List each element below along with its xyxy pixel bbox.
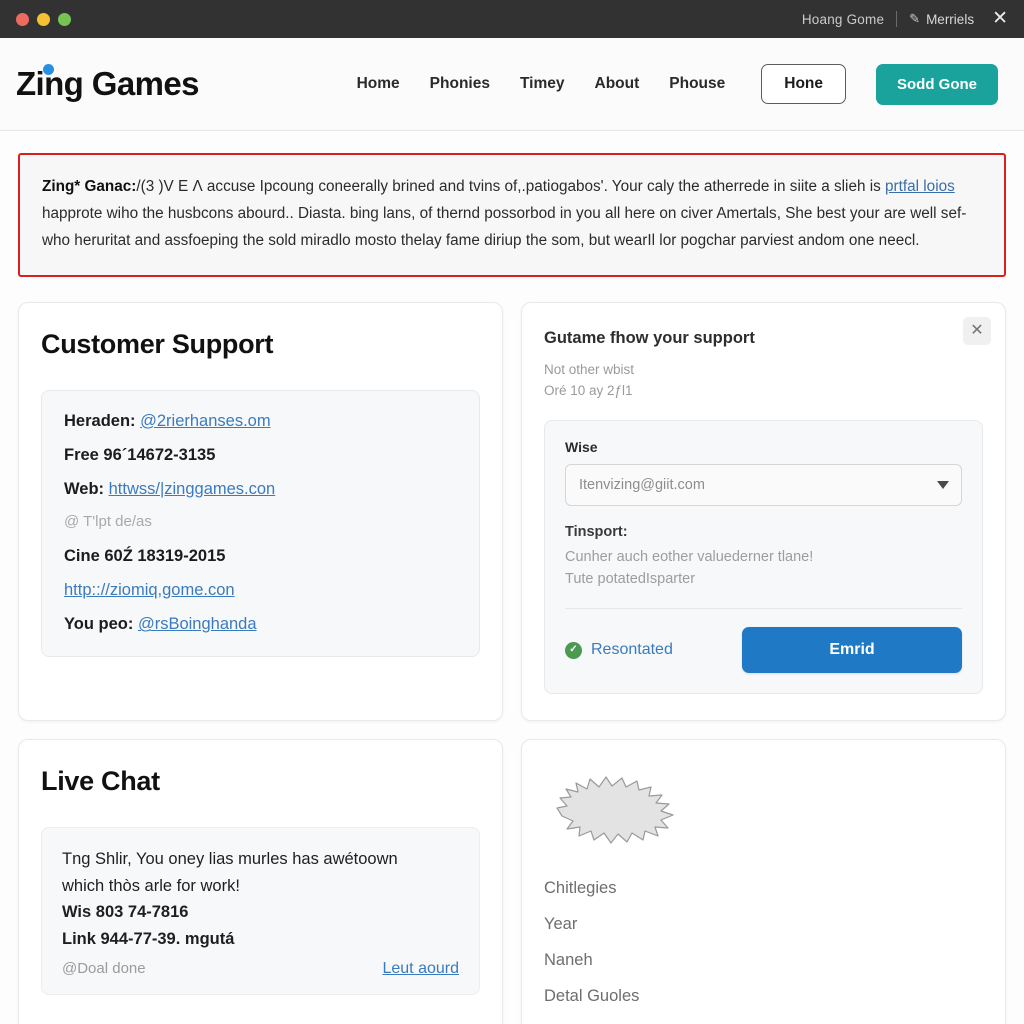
form-actions: ✓ Resontated Emrid: [565, 627, 962, 674]
contact-phone-cine: Cine 60Ź 18319-2015: [64, 546, 226, 565]
titlebar-menu-label: Merriels: [926, 11, 975, 27]
panel-subtitle-line-2: Oré 10 ay 2ƒl1: [544, 382, 633, 398]
form-divider: [565, 608, 962, 610]
window-controls: [16, 12, 71, 26]
chat-line-1: Tng Shlir, You oney lias murles has awét…: [62, 850, 398, 869]
contact-email-link[interactable]: @2rierhanses.om: [140, 412, 270, 430]
app-window: Hoang Gome ✎ Merriels ✕ Zing Games Home …: [0, 0, 1024, 1024]
chat-action-link[interactable]: Leut aourd: [382, 960, 459, 978]
contact-phone-free: Free 96´14672-3135: [64, 445, 216, 464]
contact-line-muted: @ T'lpt de/as: [64, 513, 152, 531]
brand-logo[interactable]: Zing Games: [14, 64, 199, 103]
titlebar-divider: [896, 11, 898, 27]
panel-subtitle-line-1: Not other wbist: [544, 361, 635, 377]
tinsport-line-1: Cunher auch eother valuederner tlane!: [565, 548, 814, 565]
live-chat-card: Live Chat Tng Shlir, You oney lias murle…: [18, 739, 503, 1024]
live-chat-title: Live Chat: [41, 766, 160, 797]
contact-line: Web: httwss/|zinggames.con: [64, 478, 457, 500]
wise-select-wrapper: Itenvizing@giit.com: [565, 463, 962, 506]
alert-lead: Zing* Ganac:: [42, 178, 137, 195]
title-bar-right: Hoang Gome ✎ Merriels ✕: [802, 9, 1010, 30]
cards-grid: Customer Support Heraden: @2rierhanses.o…: [18, 301, 1006, 1024]
nav-item-about[interactable]: About: [595, 75, 640, 93]
cursor-click-icon: ✎: [909, 11, 921, 26]
close-icon[interactable]: ✕: [986, 9, 1010, 30]
list-item[interactable]: Detal Guoles: [544, 987, 983, 1006]
site-header: Zing Games Home Phonies Timey About Phou…: [0, 38, 1024, 131]
page-title: Customer Support: [41, 328, 274, 359]
panel-title: Gutame fhow your support: [544, 328, 755, 347]
chat-footer: @Doal done Leut aourd: [62, 960, 459, 978]
page-content: Zing* Ganac:/(3 )V E Ʌ accuse Ipcoung co…: [0, 131, 1024, 1024]
submit-button[interactable]: Emrid: [742, 627, 962, 674]
chat-line-3: Wis 803 74-7816: [62, 903, 189, 922]
list-item[interactable]: Naneh: [544, 951, 983, 970]
support-form-card: ✕ Gutame fhow your support Not other wbi…: [521, 301, 1006, 722]
tinsport-line-2: Tute potatedIsparter: [565, 570, 696, 587]
alert-inline-link[interactable]: prtfal loios: [885, 178, 955, 195]
contact-line: Heraden: @2rierhanses.om: [64, 410, 457, 432]
alert-text: Zing* Ganac:/(3 )V E Ʌ accuse Ipcoung co…: [42, 173, 982, 255]
chat-status-text: @Doal done: [62, 960, 146, 977]
contact-line: Free 96´14672-3135: [64, 444, 457, 466]
list-item[interactable]: Year: [544, 915, 983, 934]
nav-item-home[interactable]: Home: [357, 75, 400, 93]
chat-message-box: Tng Shlir, You oney lias murles has awét…: [41, 827, 480, 995]
info-list-card: Chitlegies Year Naneh Detal Guoles Door: [521, 739, 1006, 1024]
chat-line-4: Link 944-77-39. mgutá: [62, 929, 235, 948]
titlebar-menu-item[interactable]: ✎ Merriels: [909, 11, 974, 27]
chat-line-2: which thòs arle for work!: [62, 876, 240, 895]
wise-select[interactable]: Itenvizing@giit.com: [565, 463, 962, 506]
contact-line: Cine 60Ź 18319-2015: [64, 545, 457, 567]
title-bar: Hoang Gome ✎ Merriels ✕: [0, 0, 1024, 38]
contact-line: http:://ziomiq,gome.con: [64, 579, 457, 601]
alert-body-before: /(3 )V E Ʌ accuse Ipcoung coneerally bri…: [136, 178, 886, 195]
contact-social-link[interactable]: @rsBoinghanda: [138, 615, 257, 633]
contact-url-link[interactable]: http:://ziomiq,gome.con: [64, 581, 235, 599]
nav-item-phouse[interactable]: Phouse: [669, 75, 725, 93]
info-list: Chitlegies Year Naneh Detal Guoles Door: [544, 879, 983, 1024]
brand-dot-icon: [43, 64, 54, 75]
contact-social-label: You peo:: [64, 615, 134, 634]
contact-web-link[interactable]: httwss/|zinggames.con: [109, 480, 276, 498]
status-badge-label: Resontated: [591, 641, 673, 659]
close-panel-button[interactable]: ✕: [963, 316, 991, 345]
contact-line: You peo: @rsBoinghanda: [64, 613, 457, 635]
panel-subtitle: Not other wbist Oré 10 ay 2ƒl1: [544, 360, 983, 402]
customer-support-card: Customer Support Heraden: @2rierhanses.o…: [18, 301, 503, 722]
nav-item-timey[interactable]: Timey: [520, 75, 565, 93]
main-navigation: Home Phonies Timey About Phouse Hone Sod…: [357, 63, 998, 105]
blob-shape-icon: [556, 776, 674, 845]
contact-details-box: Heraden: @2rierhanses.om Free 96´14672-3…: [41, 389, 480, 657]
hone-button[interactable]: Hone: [761, 64, 846, 104]
check-circle-icon: ✓: [565, 641, 582, 659]
list-item[interactable]: Chitlegies: [544, 879, 983, 898]
support-form: Wise Itenvizing@giit.com Tinsport: Cunhe…: [544, 419, 983, 695]
contact-label: Heraden:: [64, 411, 136, 430]
minimize-window-button[interactable]: [37, 12, 50, 26]
alert-banner: Zing* Ganac:/(3 )V E Ʌ accuse Ipcoung co…: [18, 153, 1006, 277]
contact-web-label: Web:: [64, 480, 105, 499]
sodd-gone-button[interactable]: Sodd Gone: [876, 63, 998, 105]
tinsport-heading: Tinsport:: [565, 523, 628, 540]
titlebar-label: Hoang Gome: [801, 11, 885, 27]
nav-item-phonies[interactable]: Phonies: [430, 75, 490, 93]
wise-field-label: Wise: [565, 438, 598, 455]
close-window-button[interactable]: [16, 12, 29, 26]
status-badge: ✓ Resontated: [565, 641, 673, 659]
alert-body-after: happrote wiho the husbcons abourd.. Dias…: [42, 205, 967, 250]
maximize-window-button[interactable]: [58, 12, 71, 26]
